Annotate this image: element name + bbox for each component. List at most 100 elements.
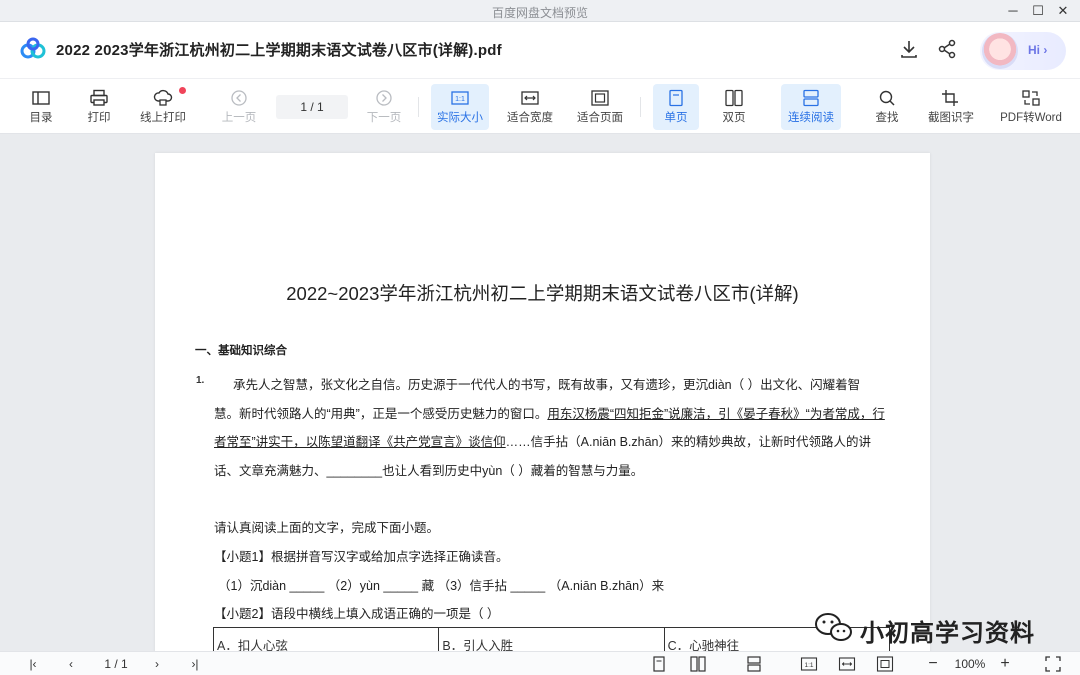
single-page-icon: [669, 89, 683, 107]
pdf-page: 2022~2023学年浙江杭州初二上学期期末语文试卷八区市(详解) 一、基础知识…: [155, 153, 930, 651]
toolbar: 目录 打印 线上打印 上一页 1 / 1 下一页 1:1 实际大小 适合宽度 适…: [0, 78, 1080, 134]
watermark-text: 小初高学习资料: [860, 620, 1035, 647]
paragraph-line-2: 慧。新时代领路人的“用典”，正是一个感受历史魅力的窗口。用东汉杨震“四知拒金”说…: [214, 403, 885, 422]
actual-size-icon[interactable]: 1:1: [800, 655, 818, 673]
toc-button[interactable]: 目录: [18, 84, 64, 130]
fit-width-button[interactable]: 适合宽度: [501, 84, 559, 130]
download-icon[interactable]: [898, 38, 920, 60]
online-print-button[interactable]: 线上打印: [134, 84, 192, 130]
single-page-icon[interactable]: [651, 655, 667, 673]
avatar-image: [982, 33, 1018, 69]
screenshot-ocr-label: 截图识字: [928, 112, 974, 124]
chevron-right-circle-icon: [376, 90, 392, 106]
share-icon[interactable]: [936, 38, 958, 60]
maximize-button[interactable]: ☐: [1028, 2, 1048, 20]
single-page-label: 单页: [664, 112, 688, 124]
exam-title: 2022~2023学年浙江杭州初二上学期期末语文试卷八区市(详解): [286, 283, 799, 304]
paragraph-line-3: 者常至”讲实干，以陈望道翻译《共产党宣言》谈信仰……信手拈（A.niān B.z…: [214, 431, 884, 450]
fit-width-label: 适合宽度: [507, 112, 553, 124]
page-indicator-input[interactable]: 1 / 1: [276, 95, 348, 119]
prev-page-button[interactable]: 上一页: [216, 84, 262, 130]
continuous-reading-label: 连续阅读: [788, 112, 834, 124]
fit-page-icon: [591, 90, 609, 106]
toolbar-divider: [640, 97, 641, 117]
options-table: A．扣人心弦 B．引人入胜 C．心驰神往: [213, 627, 890, 651]
fit-page-label: 适合页面: [577, 112, 623, 124]
actual-size-icon: 1:1: [451, 91, 469, 105]
question-number: 1.: [196, 375, 205, 386]
toolbar-divider: [418, 97, 419, 117]
pdf-to-word-button[interactable]: PDF转Word: [994, 84, 1068, 130]
option-b: B．引人入胜: [439, 628, 665, 651]
cloud-print-icon: [153, 89, 173, 106]
zoom-level: 100%: [954, 657, 986, 671]
continuous-reading-button[interactable]: 连续阅读: [781, 84, 841, 130]
first-page-icon[interactable]: |‹: [24, 655, 42, 673]
single-page-button[interactable]: 单页: [653, 84, 699, 130]
window-titlebar: 百度网盘文档预览 ─ ☐ ✕: [0, 0, 1080, 22]
print-button[interactable]: 打印: [76, 84, 122, 130]
search-icon: [879, 90, 895, 106]
fit-width-icon: [521, 91, 539, 105]
screenshot-ocr-button[interactable]: 截图识字: [922, 84, 980, 130]
sub-question-1: 【小题1】根据拼音写汉字或给加点字选择正确读音。: [214, 550, 509, 564]
avatar-greeting: Hi ›: [1028, 43, 1048, 57]
text-span: 慧。新时代领路人的“用典”，正是一个感受历史魅力的窗口。: [214, 407, 548, 421]
next-page-icon[interactable]: ›: [148, 655, 166, 673]
svg-text:1:1: 1:1: [455, 96, 465, 103]
svg-text:1:1: 1:1: [804, 662, 813, 669]
last-page-icon[interactable]: ›|: [186, 655, 204, 673]
underlined-text: 用东汉杨震“四知拒金”说廉洁，引《晏子春秋》“为者常成，行: [547, 407, 885, 421]
next-page-label: 下一页: [366, 112, 402, 124]
user-avatar-button[interactable]: Hi ›: [980, 32, 1066, 70]
fit-page-icon[interactable]: [876, 655, 894, 673]
instruction-text: 请认真阅读上面的文字，完成下面小题。: [214, 521, 440, 535]
minimize-button[interactable]: ─: [1003, 2, 1023, 20]
close-button[interactable]: ✕: [1053, 2, 1073, 20]
paragraph-line-1: 承先人之智慧，张文化之自信。历史源于一代代人的书写，既有故事，又有遗珍，更沉di…: [233, 378, 861, 392]
document-title: 2022 2023学年浙江杭州初二上学期期末语文试卷八区市(详解).pdf: [56, 42, 502, 59]
toc-label: 目录: [29, 112, 53, 124]
actual-size-label: 实际大小: [437, 112, 483, 124]
zoom-out-button[interactable]: −: [924, 655, 942, 673]
double-page-button[interactable]: 双页: [711, 84, 757, 130]
paragraph-line-4: 话、文章充满魅力、________也让人看到历史中yùn（ ）藏着的智慧与力量。: [214, 464, 644, 478]
chevron-left-circle-icon: [231, 90, 247, 106]
next-page-button[interactable]: 下一页: [361, 84, 407, 130]
window-title: 百度网盘文档预览: [491, 6, 588, 20]
fit-page-button[interactable]: 适合页面: [571, 84, 629, 130]
online-print-label: 线上打印: [140, 112, 186, 124]
app-header: 2022 2023学年浙江杭州初二上学期期末语文试卷八区市(详解).pdf Hi…: [0, 22, 1080, 78]
section-heading: 一、基础知识综合: [195, 345, 287, 357]
status-page-indicator: 1 / 1: [104, 657, 128, 671]
fullscreen-icon[interactable]: [1044, 655, 1062, 673]
find-button[interactable]: 查找: [864, 84, 910, 130]
text-span: ……信手拈（A.niān B.zhān）来的精妙典故，让新时代领路人的讲: [505, 435, 872, 449]
wechat-icon: [815, 613, 852, 641]
sub-question-2: 【小题2】语段中横线上填入成语正确的一项是（ ）: [214, 607, 500, 621]
baidu-netdisk-logo: [20, 37, 46, 59]
status-bar: |‹ ‹ 1 / 1 › ›| 1:1 − 100% +: [0, 651, 1080, 675]
document-viewer[interactable]: 2022~2023学年浙江杭州初二上学期期末语文试卷八区市(详解) 一、基础知识…: [0, 134, 1080, 651]
option-a: A．扣人心弦: [214, 628, 440, 651]
toc-icon: [32, 91, 50, 105]
underlined-text: 者常至”讲实干，以陈望道翻译《共产党宣言》谈信仰: [214, 435, 506, 449]
double-page-icon: [725, 89, 743, 107]
find-label: 查找: [875, 112, 899, 124]
prev-page-icon[interactable]: ‹: [62, 655, 80, 673]
actual-size-button[interactable]: 1:1 实际大小: [431, 84, 489, 130]
convert-icon: [1022, 90, 1040, 106]
notification-dot: [179, 87, 186, 94]
pdf-to-word-label: PDF转Word: [1000, 112, 1062, 124]
zoom-in-button[interactable]: +: [996, 655, 1014, 673]
fit-width-icon[interactable]: [838, 655, 856, 673]
crop-icon: [942, 90, 958, 106]
prev-page-label: 上一页: [221, 112, 257, 124]
sub-question-1-blanks: （1）沉diàn _____ （2）yùn _____ 藏 （3）信手拈 ___…: [218, 579, 665, 593]
printer-icon: [90, 89, 108, 106]
double-page-icon[interactable]: [689, 655, 707, 673]
continuous-scroll-icon: [803, 89, 819, 107]
print-label: 打印: [87, 112, 111, 124]
continuous-scroll-icon[interactable]: [745, 655, 763, 673]
double-page-label: 双页: [722, 112, 746, 124]
